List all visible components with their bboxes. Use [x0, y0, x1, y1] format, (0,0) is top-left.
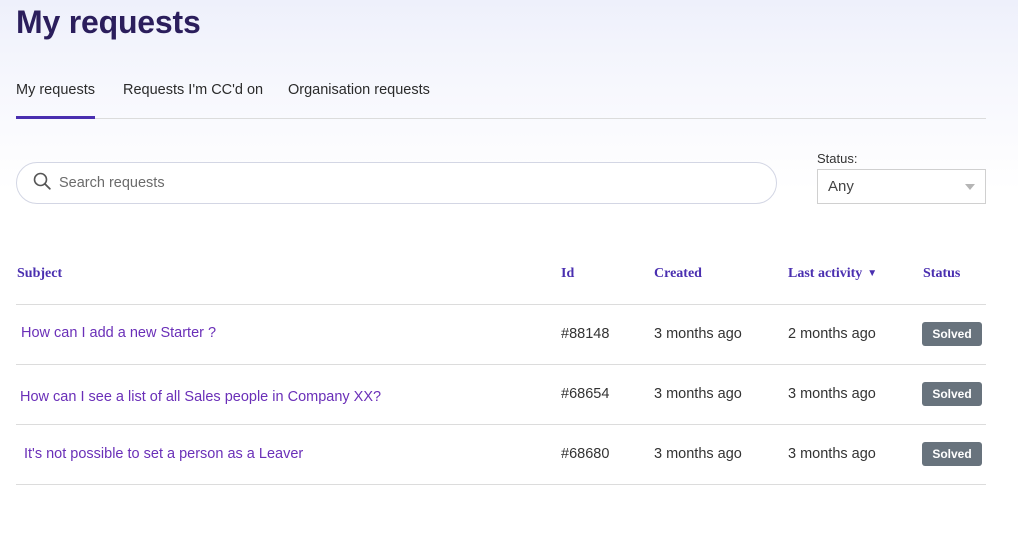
status-select-value: Any [828, 178, 854, 195]
column-header-id[interactable]: Id [561, 266, 574, 282]
request-id: #68680 [561, 446, 610, 462]
search-icon [33, 172, 51, 195]
requests-table: Subject Id Created Last activity ▼ Status… [16, 245, 986, 485]
status-badge: Solved [922, 442, 982, 466]
sort-descending-icon: ▼ [867, 268, 878, 279]
request-id: #88148 [561, 326, 610, 342]
request-last-activity: 2 months ago [788, 326, 876, 342]
table-row: It's not possible to set a person as a L… [16, 425, 986, 485]
status-filter-label: Status: [817, 151, 858, 166]
request-created: 3 months ago [654, 446, 742, 462]
column-header-subject[interactable]: Subject [17, 266, 62, 282]
search-box [16, 162, 777, 204]
status-badge: Solved [922, 322, 982, 346]
tab-organisation-requests[interactable]: Organisation requests [288, 82, 430, 118]
column-header-status[interactable]: Status [923, 266, 960, 282]
request-tabs: My requests Requests I'm CC'd on Organis… [16, 70, 986, 119]
tab-requests-cc[interactable]: Requests I'm CC'd on [123, 82, 263, 118]
request-subject-link[interactable]: How can I see a list of all Sales people… [20, 389, 381, 405]
column-header-last-activity[interactable]: Last activity ▼ [788, 266, 877, 282]
table-header: Subject Id Created Last activity ▼ Status [16, 245, 986, 305]
column-header-last-activity-label: Last activity [788, 266, 863, 281]
tab-my-requests[interactable]: My requests [16, 82, 95, 119]
status-select[interactable]: Any [817, 169, 986, 204]
page-title: My requests [16, 4, 201, 40]
chevron-down-icon [965, 184, 975, 190]
request-created: 3 months ago [654, 386, 742, 402]
table-row: How can I see a list of all Sales people… [16, 365, 986, 425]
request-last-activity: 3 months ago [788, 446, 876, 462]
request-subject-link[interactable]: How can I add a new Starter ? [21, 325, 216, 341]
status-badge: Solved [922, 382, 982, 406]
request-last-activity: 3 months ago [788, 386, 876, 402]
request-id: #68654 [561, 386, 610, 402]
column-header-created[interactable]: Created [654, 266, 702, 282]
search-input[interactable] [59, 175, 739, 191]
request-subject-link[interactable]: It's not possible to set a person as a L… [24, 446, 303, 462]
table-row: How can I add a new Starter ? #88148 3 m… [16, 305, 986, 365]
request-created: 3 months ago [654, 326, 742, 342]
